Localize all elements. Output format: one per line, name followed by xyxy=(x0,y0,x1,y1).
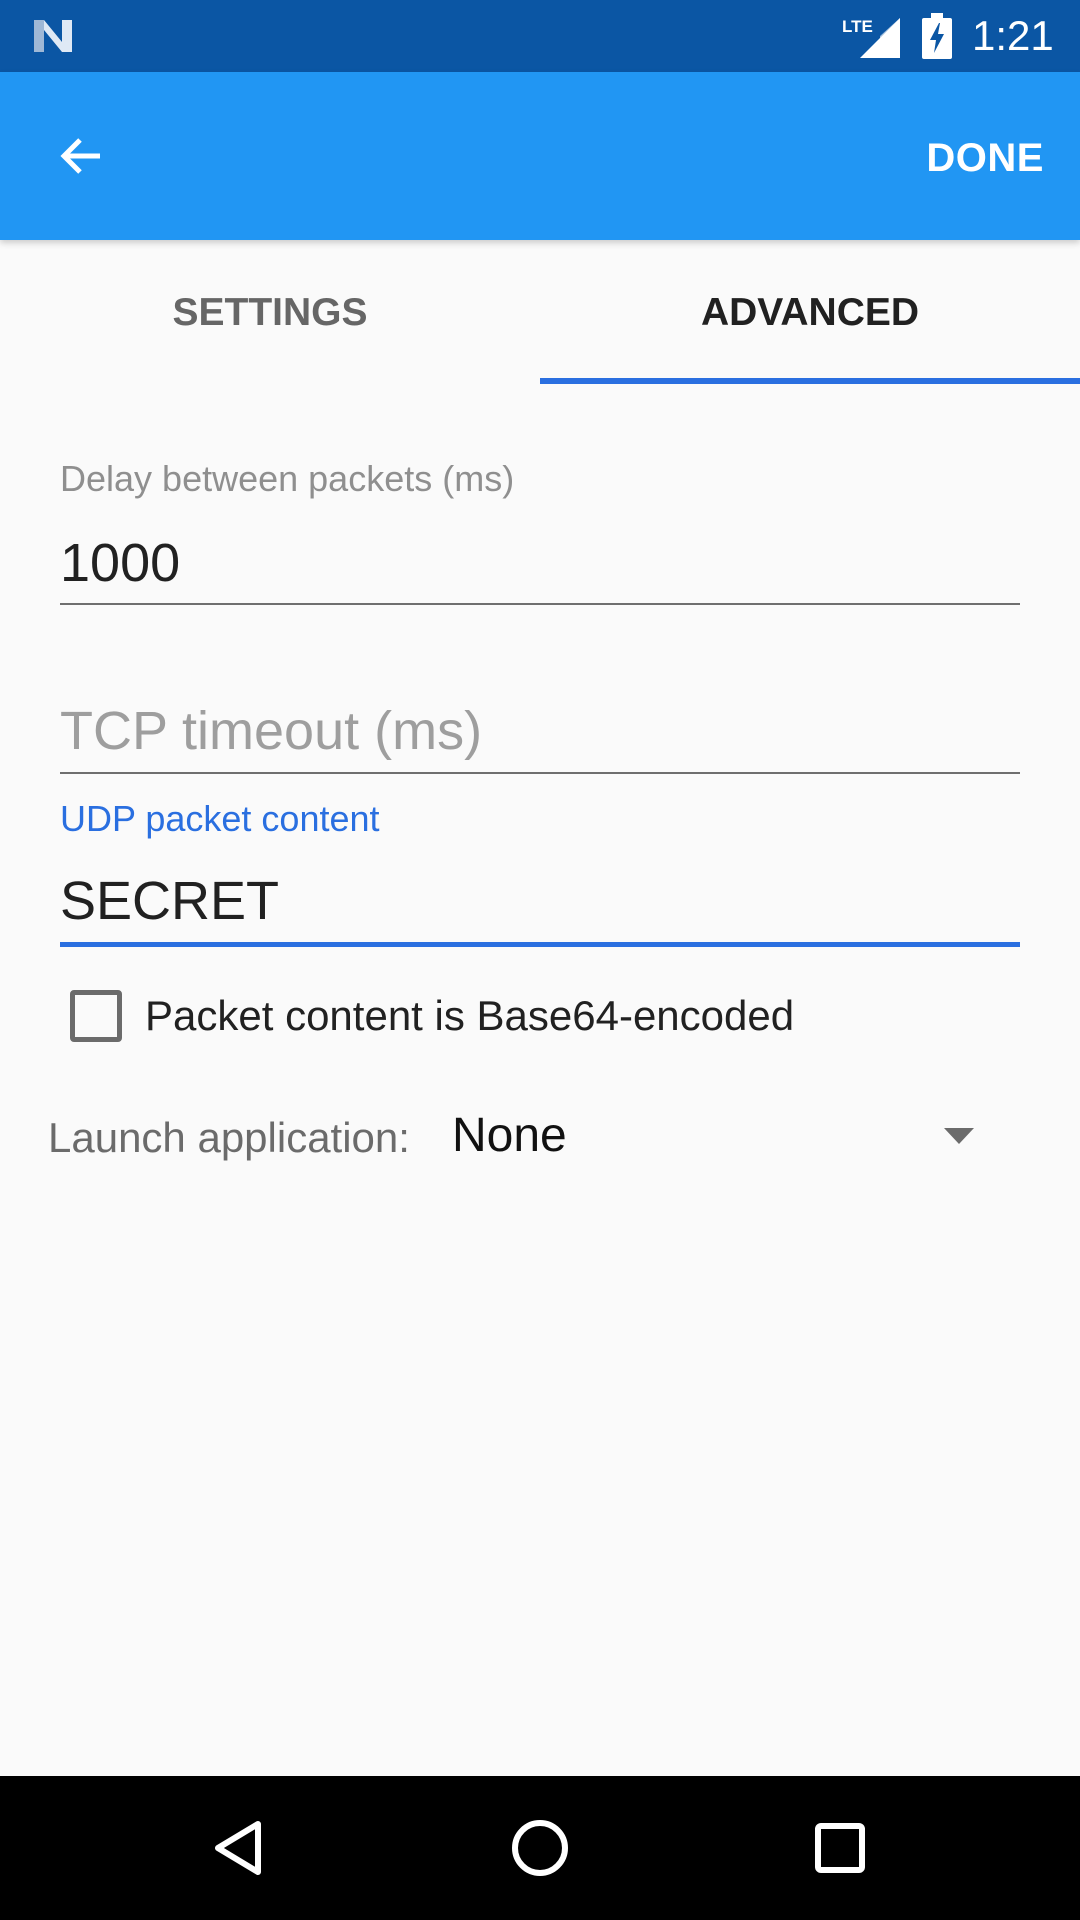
notification-n-icon xyxy=(34,20,72,52)
base64-checkbox-label[interactable]: Packet content is Base64-encoded xyxy=(145,992,794,1040)
app-bar: DONE xyxy=(0,72,1080,240)
tcp-timeout-underline xyxy=(60,772,1020,774)
arrow-back-icon xyxy=(60,138,100,174)
launch-application-label: Launch application: xyxy=(48,1114,410,1161)
done-button[interactable]: DONE xyxy=(926,128,1044,188)
tab-settings[interactable]: SETTINGS xyxy=(0,240,540,386)
battery-charging-icon xyxy=(922,13,952,59)
svg-text:LTE: LTE xyxy=(842,17,873,36)
dropdown-arrow-icon xyxy=(944,1128,974,1144)
delay-field-input[interactable]: 1000 xyxy=(60,532,180,594)
udp-content-label: UDP packet content xyxy=(60,798,380,839)
tab-indicator xyxy=(540,378,1080,384)
status-clock: 1:21 xyxy=(972,12,1054,59)
udp-content-underline xyxy=(60,942,1020,947)
tab-advanced[interactable]: ADVANCED xyxy=(540,240,1080,386)
base64-checkbox[interactable] xyxy=(70,990,122,1042)
delay-field-label: Delay between packets (ms) xyxy=(60,458,515,499)
tcp-timeout-input[interactable]: TCP timeout (ms) xyxy=(60,700,482,762)
tab-bar: SETTINGS ADVANCED xyxy=(0,240,1080,386)
nav-home-icon[interactable] xyxy=(500,1808,580,1888)
back-button[interactable] xyxy=(40,112,128,200)
delay-field-underline xyxy=(60,603,1020,605)
lte-signal-icon: LTE xyxy=(842,14,900,58)
launch-application-dropdown[interactable]: None xyxy=(452,1104,992,1174)
navigation-bar xyxy=(0,1776,1080,1920)
udp-content-input[interactable]: SECRET xyxy=(60,870,279,932)
nav-recents-icon[interactable] xyxy=(800,1808,880,1888)
nav-back-icon[interactable] xyxy=(200,1808,280,1888)
launch-application-value: None xyxy=(452,1109,567,1162)
status-bar: LTE 1:21 xyxy=(0,0,1080,72)
screen: LTE 1:21 DONE SETTINGS ADVANCED Delay be… xyxy=(0,0,1080,1920)
